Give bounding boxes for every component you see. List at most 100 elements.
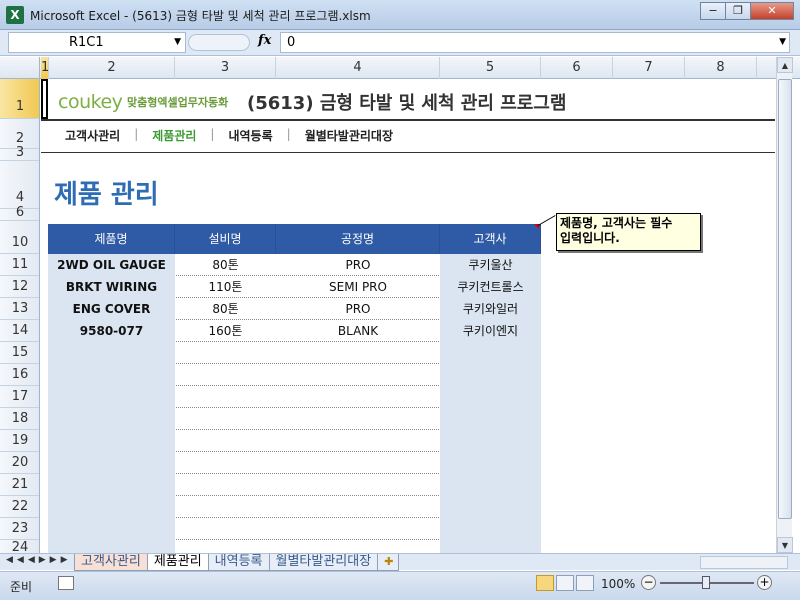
- column-header-2[interactable]: 2: [49, 57, 175, 79]
- scroll-up-icon[interactable]: ▲: [777, 57, 793, 73]
- table-cell[interactable]: [276, 386, 440, 408]
- table-cell[interactable]: [48, 364, 175, 386]
- row-header-17[interactable]: 17: [0, 386, 39, 408]
- table-cell[interactable]: [48, 452, 175, 474]
- table-cell[interactable]: [276, 452, 440, 474]
- zoom-level[interactable]: 100%: [601, 577, 635, 591]
- table-cell[interactable]: [440, 474, 541, 496]
- page-break-view-icon[interactable]: [576, 575, 594, 591]
- nav-item-customers[interactable]: 고객사관리: [65, 127, 120, 144]
- tab-scroll-arrows-icon[interactable]: ◀◀◀▶▶▶: [6, 555, 72, 565]
- sheet-tab-customers[interactable]: 고객사관리: [74, 554, 148, 571]
- table-cell[interactable]: [175, 386, 276, 408]
- column-header-6[interactable]: 6: [541, 57, 613, 79]
- column-header-3[interactable]: 3: [175, 57, 276, 79]
- column-header-5[interactable]: 5: [440, 57, 541, 79]
- table-cell[interactable]: [48, 430, 175, 452]
- table-cell[interactable]: [440, 540, 541, 553]
- sheet-tab-products[interactable]: 제품관리: [146, 554, 209, 571]
- nav-item-monthly-ledger[interactable]: 월별타발관리대장: [305, 127, 393, 144]
- row-header-14[interactable]: 14: [0, 320, 39, 342]
- table-cell[interactable]: [440, 430, 541, 452]
- table-cell[interactable]: [276, 496, 440, 518]
- expand-formula-icon[interactable]: ▼: [779, 33, 786, 52]
- row-header-19[interactable]: 19: [0, 430, 39, 452]
- nav-item-products[interactable]: 제품관리: [152, 127, 196, 144]
- minimize-button[interactable]: −: [700, 2, 726, 20]
- table-cell[interactable]: [48, 496, 175, 518]
- table-cell[interactable]: [440, 386, 541, 408]
- table-cell[interactable]: [440, 518, 541, 540]
- column-header-4[interactable]: 4: [276, 57, 440, 79]
- vertical-scrollbar[interactable]: ▲ ▼: [776, 57, 793, 553]
- insert-sheet-icon[interactable]: ✚: [377, 554, 400, 571]
- row-header-21[interactable]: 21: [0, 474, 39, 496]
- table-cell[interactable]: [440, 364, 541, 386]
- row-header-13[interactable]: 13: [0, 298, 39, 320]
- table-cell[interactable]: 쿠키울산: [440, 254, 541, 276]
- row-header-3[interactable]: 3: [0, 146, 39, 161]
- scroll-down-icon[interactable]: ▼: [777, 537, 793, 553]
- formula-expand-handle[interactable]: [188, 34, 250, 51]
- insert-function-icon[interactable]: fx: [258, 33, 271, 48]
- table-cell[interactable]: [175, 452, 276, 474]
- table-cell[interactable]: [175, 540, 276, 553]
- table-cell[interactable]: [276, 364, 440, 386]
- table-cell[interactable]: ENG COVER: [48, 298, 175, 320]
- column-header-8[interactable]: 8: [685, 57, 757, 79]
- row-header-6[interactable]: 6: [0, 206, 39, 221]
- table-cell[interactable]: [276, 540, 440, 553]
- table-cell[interactable]: PRO: [276, 254, 440, 276]
- table-cell[interactable]: PRO: [276, 298, 440, 320]
- macro-record-icon[interactable]: [58, 576, 74, 590]
- worksheet[interactable]: coukey 맞춤형엑셀업무자동화 (5613) 금형 타발 및 세척 관리 프…: [41, 79, 775, 553]
- table-cell[interactable]: [440, 408, 541, 430]
- table-cell[interactable]: BRKT WIRING: [48, 276, 175, 298]
- row-header-22[interactable]: 22: [0, 496, 39, 518]
- table-cell[interactable]: [48, 474, 175, 496]
- table-cell[interactable]: 쿠키이엔지: [440, 320, 541, 342]
- row-header-15[interactable]: 15: [0, 342, 39, 364]
- chevron-down-icon[interactable]: ▼: [174, 33, 181, 52]
- table-cell[interactable]: [175, 474, 276, 496]
- header-customer[interactable]: 고객사: [440, 224, 541, 254]
- header-product-name[interactable]: 제품명: [48, 224, 175, 254]
- row-header-10[interactable]: 10: [0, 221, 39, 254]
- row-header-23[interactable]: 23: [0, 518, 39, 540]
- row-header-24[interactable]: 24: [0, 540, 39, 553]
- row-header-11[interactable]: 11: [0, 254, 39, 276]
- table-cell[interactable]: [175, 518, 276, 540]
- table-cell[interactable]: 2WD OIL GAUGE: [48, 254, 175, 276]
- zoom-out-icon[interactable]: −: [641, 575, 656, 590]
- restore-button[interactable]: ❐: [725, 2, 751, 20]
- table-cell[interactable]: [175, 342, 276, 364]
- table-cell[interactable]: BLANK: [276, 320, 440, 342]
- table-cell[interactable]: [276, 342, 440, 364]
- table-cell[interactable]: [276, 430, 440, 452]
- table-cell[interactable]: [276, 408, 440, 430]
- formula-input[interactable]: 0 ▼: [280, 32, 790, 53]
- table-cell[interactable]: [440, 452, 541, 474]
- select-all-corner[interactable]: [0, 57, 40, 79]
- row-header-1[interactable]: 1: [0, 79, 39, 119]
- scroll-thumb[interactable]: [778, 79, 792, 519]
- header-equipment[interactable]: 설비명: [175, 224, 276, 254]
- table-cell[interactable]: 80톤: [175, 298, 276, 320]
- table-cell[interactable]: [175, 496, 276, 518]
- normal-view-icon[interactable]: [536, 575, 554, 591]
- table-cell[interactable]: [175, 364, 276, 386]
- sheet-tab-monthly-ledger[interactable]: 월별타발관리대장: [268, 554, 379, 571]
- horizontal-scrollbar[interactable]: [700, 556, 788, 569]
- close-button[interactable]: ✕: [750, 2, 794, 20]
- table-cell[interactable]: [48, 386, 175, 408]
- column-header-7[interactable]: 7: [613, 57, 685, 79]
- table-cell[interactable]: [276, 518, 440, 540]
- page-layout-view-icon[interactable]: [556, 575, 574, 591]
- table-cell[interactable]: [48, 540, 175, 553]
- header-process[interactable]: 공정명: [276, 224, 440, 254]
- selected-cell-r1c1[interactable]: [41, 79, 48, 119]
- row-header-20[interactable]: 20: [0, 452, 39, 474]
- table-cell[interactable]: 110톤: [175, 276, 276, 298]
- name-box[interactable]: R1C1 ▼: [8, 32, 186, 53]
- table-cell[interactable]: [276, 474, 440, 496]
